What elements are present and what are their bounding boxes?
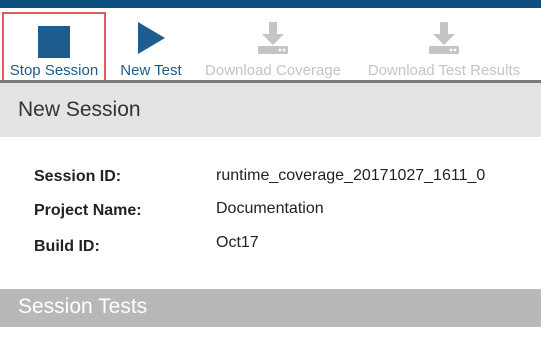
session-tests-title: Session Tests xyxy=(18,295,148,318)
build-id-value: Oct17 xyxy=(216,234,259,251)
top-bar xyxy=(0,0,541,8)
toolbar: Stop Session New Test Download Coverage xyxy=(0,8,541,82)
project-name-value: Documentation xyxy=(216,200,324,217)
download-coverage-label: Download Coverage xyxy=(205,62,341,79)
session-tests-content xyxy=(0,327,541,361)
stop-session-button[interactable]: Stop Session xyxy=(2,12,106,82)
stop-session-label: Stop Session xyxy=(9,62,99,79)
project-name-label: Project Name: xyxy=(34,202,142,219)
session-id-value: runtime_coverage_20171027_1611_0 xyxy=(216,167,486,184)
new-session-title: New Session xyxy=(18,98,141,121)
session-details: Session ID: runtime_coverage_20171027_16… xyxy=(0,137,541,289)
session-id-label: Session ID: xyxy=(34,168,122,185)
download-test-results-label: Download Test Results xyxy=(367,62,521,79)
new-test-label: New Test xyxy=(120,62,182,79)
play-icon xyxy=(113,20,189,56)
download-test-results-button[interactable]: Download Test Results xyxy=(358,10,530,82)
download-coverage-button[interactable]: Download Coverage xyxy=(196,10,350,82)
new-test-button[interactable]: New Test xyxy=(113,10,189,82)
build-id-label: Build ID: xyxy=(34,238,100,255)
new-session-header: New Session xyxy=(0,83,541,137)
session-tests-header: Session Tests xyxy=(0,289,541,327)
download-icon xyxy=(358,20,530,56)
download-icon xyxy=(196,20,350,56)
stop-icon xyxy=(4,24,104,60)
